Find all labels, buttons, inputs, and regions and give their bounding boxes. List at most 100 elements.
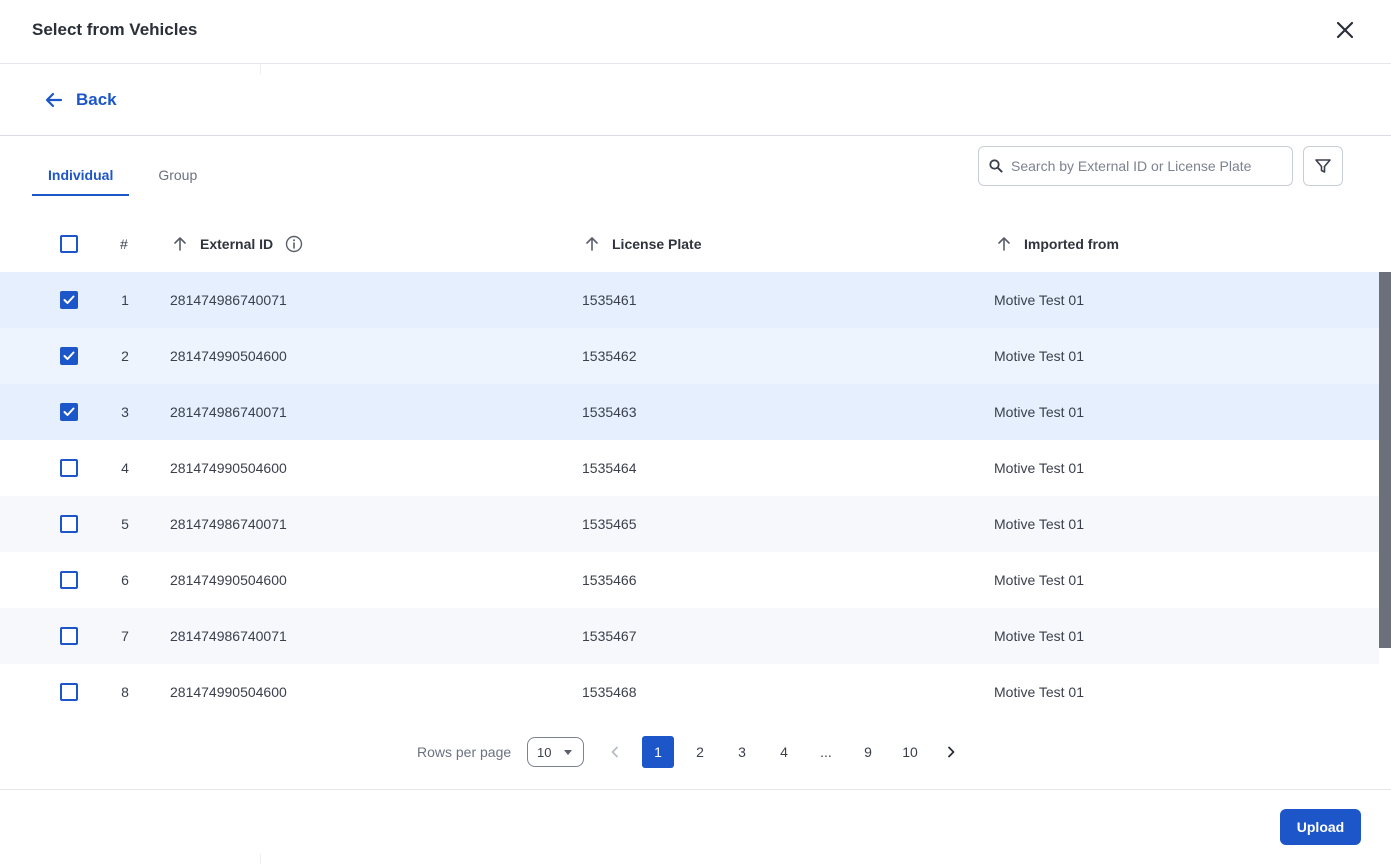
imported-from-cell: Motive Test 01	[994, 292, 1085, 308]
table-header: # External ID License Plate Imported fro…	[0, 216, 1391, 272]
external-id-info-button[interactable]	[285, 235, 303, 253]
row-checkbox[interactable]	[60, 291, 78, 309]
close-icon	[1336, 21, 1354, 39]
row-index: 3	[121, 404, 129, 420]
search-icon	[989, 159, 1003, 173]
column-header-external-id: External ID	[172, 216, 303, 272]
license-plate-cell: 1535464	[582, 460, 637, 476]
license-plate-cell: 1535466	[582, 572, 637, 588]
dialog-footer: Upload	[0, 789, 1391, 864]
tab-individual[interactable]: Individual	[32, 156, 130, 196]
upload-button[interactable]: Upload	[1280, 809, 1361, 845]
dialog-title: Select from Vehicles	[32, 20, 198, 39]
arrow-up-icon	[998, 237, 1010, 251]
row-checkbox[interactable]	[60, 459, 78, 477]
column-label: License Plate	[612, 236, 702, 252]
chevron-right-icon	[948, 746, 955, 758]
table-row[interactable]: 7 281474986740071 1535467 Motive Test 01	[0, 608, 1379, 664]
check-icon	[63, 351, 75, 360]
license-plate-cell: 1535462	[582, 348, 637, 364]
row-index: 4	[121, 460, 129, 476]
pagination: Rows per page 10 1 2 3 4 ... 9 10	[0, 732, 1391, 772]
tab-bar: Individual Group	[32, 156, 213, 196]
rows-per-page-value: 10	[537, 744, 552, 760]
search-input[interactable]	[1011, 158, 1281, 174]
external-id-cell: 281474990504600	[170, 460, 287, 476]
imported-from-cell: Motive Test 01	[994, 348, 1085, 364]
row-checkbox[interactable]	[60, 347, 78, 365]
table-row[interactable]: 6 281474990504600 1535466 Motive Test 01	[0, 552, 1379, 608]
rows-per-page-select[interactable]: 10	[527, 737, 584, 767]
row-index: 7	[121, 628, 129, 644]
table-row[interactable]: 5 281474986740071 1535465 Motive Test 01	[0, 496, 1379, 552]
rows-per-page-label: Rows per page	[417, 744, 512, 760]
table-row[interactable]: 4 281474990504600 1535464 Motive Test 01	[0, 440, 1379, 496]
caret-down-icon	[564, 750, 572, 755]
sort-imported-from-button[interactable]	[996, 236, 1012, 252]
previous-page-button[interactable]	[605, 740, 625, 764]
row-checkbox[interactable]	[60, 571, 78, 589]
external-id-cell: 281474990504600	[170, 684, 287, 700]
column-header-imported-from: Imported from	[996, 216, 1119, 272]
table-row[interactable]: 1 281474986740071 1535461 Motive Test 01	[0, 272, 1379, 328]
column-header-index: #	[120, 236, 128, 252]
license-plate-cell: 1535461	[582, 292, 637, 308]
sort-license-plate-button[interactable]	[584, 236, 600, 252]
row-index: 8	[121, 684, 129, 700]
select-all-checkbox[interactable]	[60, 235, 78, 253]
page-button-4[interactable]: 4	[768, 736, 800, 768]
row-checkbox[interactable]	[60, 627, 78, 645]
page-button-1[interactable]: 1	[642, 736, 674, 768]
close-button[interactable]	[1333, 18, 1357, 42]
row-index: 6	[121, 572, 129, 588]
arrow-left-icon	[45, 92, 63, 108]
row-index: 5	[121, 516, 129, 532]
next-page-button[interactable]	[941, 740, 961, 764]
row-checkbox[interactable]	[60, 683, 78, 701]
license-plate-cell: 1535465	[582, 516, 637, 532]
imported-from-cell: Motive Test 01	[994, 460, 1085, 476]
external-id-cell: 281474986740071	[170, 404, 287, 420]
check-icon	[63, 295, 75, 304]
imported-from-cell: Motive Test 01	[994, 628, 1085, 644]
back-bar: Back	[0, 64, 1391, 136]
imported-from-cell: Motive Test 01	[994, 684, 1085, 700]
row-checkbox[interactable]	[60, 515, 78, 533]
filter-icon	[1315, 159, 1331, 173]
imported-from-cell: Motive Test 01	[994, 572, 1085, 588]
row-checkbox[interactable]	[60, 403, 78, 421]
table-scrollbar[interactable]	[1379, 272, 1391, 648]
external-id-cell: 281474986740071	[170, 628, 287, 644]
row-index: 2	[121, 348, 129, 364]
table-row[interactable]: 8 281474990504600 1535468 Motive Test 01	[0, 664, 1379, 720]
external-id-cell: 281474986740071	[170, 516, 287, 532]
page-ellipsis: ...	[820, 744, 832, 760]
table-body: 1 281474986740071 1535461 Motive Test 01…	[0, 272, 1379, 720]
back-button[interactable]: Back	[44, 90, 117, 110]
row-index: 1	[121, 292, 129, 308]
license-plate-cell: 1535468	[582, 684, 637, 700]
column-header-license-plate: License Plate	[584, 216, 702, 272]
license-plate-cell: 1535467	[582, 628, 637, 644]
sort-external-id-button[interactable]	[172, 236, 188, 252]
page-button-3[interactable]: 3	[726, 736, 758, 768]
page-button-9[interactable]: 9	[852, 736, 884, 768]
imported-from-cell: Motive Test 01	[994, 404, 1085, 420]
license-plate-cell: 1535463	[582, 404, 637, 420]
external-id-cell: 281474990504600	[170, 572, 287, 588]
page-button-2[interactable]: 2	[684, 736, 716, 768]
filter-button[interactable]	[1303, 146, 1343, 186]
column-label: Imported from	[1024, 236, 1119, 252]
table-row[interactable]: 3 281474986740071 1535463 Motive Test 01	[0, 384, 1379, 440]
table-row[interactable]: 2 281474990504600 1535462 Motive Test 01	[0, 328, 1379, 384]
imported-from-cell: Motive Test 01	[994, 516, 1085, 532]
search-box	[978, 146, 1293, 186]
external-id-cell: 281474990504600	[170, 348, 287, 364]
page-button-10[interactable]: 10	[894, 736, 926, 768]
external-id-cell: 281474986740071	[170, 292, 287, 308]
check-icon	[63, 407, 75, 416]
arrow-up-icon	[174, 237, 186, 251]
tab-group[interactable]: Group	[142, 156, 213, 196]
chevron-left-icon	[611, 746, 618, 758]
info-icon	[285, 235, 303, 253]
